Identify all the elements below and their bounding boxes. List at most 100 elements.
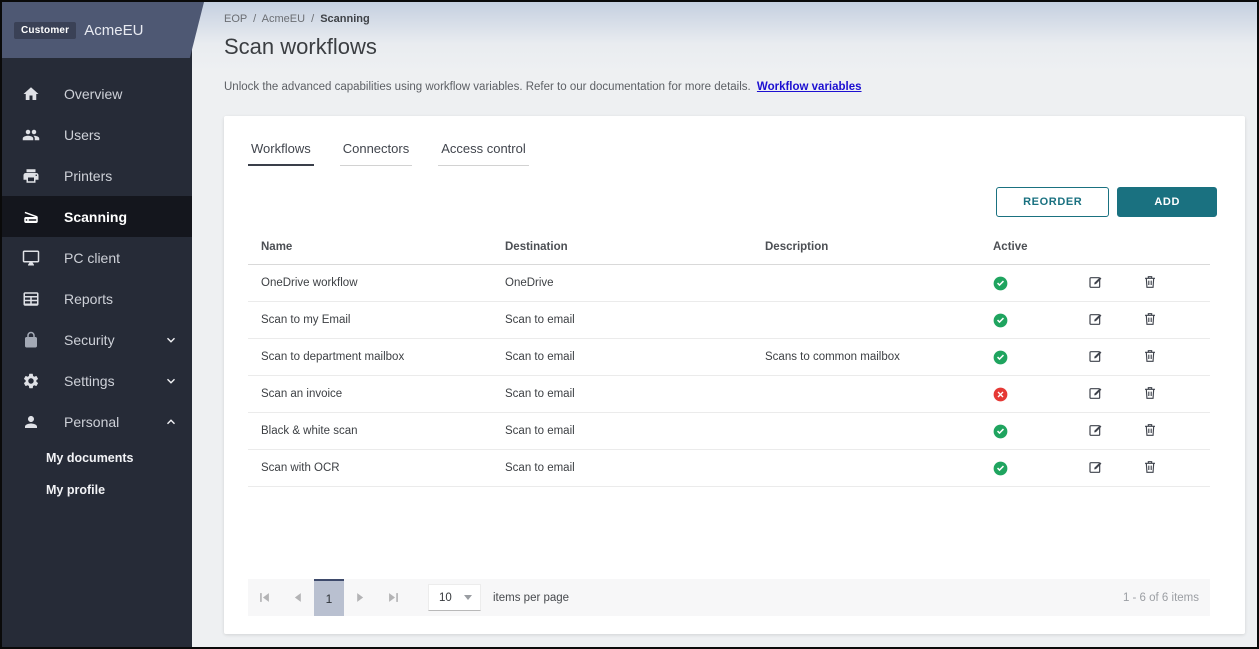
next-page-button[interactable] xyxy=(344,579,377,616)
cell-destination: OneDrive xyxy=(492,277,752,289)
last-page-button[interactable] xyxy=(377,579,410,616)
users-icon xyxy=(22,126,40,144)
edit-icon[interactable] xyxy=(1088,459,1104,475)
sidebar-item-my-profile[interactable]: My profile xyxy=(2,474,192,506)
edit-icon[interactable] xyxy=(1088,385,1104,401)
sidebar-item-pc-client[interactable]: PC client xyxy=(2,237,192,278)
customer-ribbon: Customer AcmeEU xyxy=(2,2,204,58)
table-row: Scan an invoice Scan to email xyxy=(248,376,1210,413)
cell-name: Scan an invoice xyxy=(248,388,492,400)
trash-icon[interactable] xyxy=(1142,459,1158,475)
items-per-page-label: items per page xyxy=(493,592,569,604)
edit-icon[interactable] xyxy=(1088,311,1104,327)
cell-name: Scan with OCR xyxy=(248,462,492,474)
trash-icon[interactable] xyxy=(1142,311,1158,327)
page-number-button[interactable]: 1 xyxy=(314,579,344,616)
cell-edit xyxy=(1075,459,1129,478)
cell-active xyxy=(980,313,1075,328)
add-button[interactable]: ADD xyxy=(1117,187,1217,217)
trash-icon[interactable] xyxy=(1142,274,1158,290)
edit-icon[interactable] xyxy=(1088,274,1104,290)
trash-icon[interactable] xyxy=(1142,385,1158,401)
home-icon xyxy=(22,85,40,103)
sidebar-item-label: Personal xyxy=(64,414,164,430)
description-text: Unlock the advanced capabilities using w… xyxy=(224,81,751,93)
cell-delete xyxy=(1129,348,1210,367)
sidebar-item-reports[interactable]: Reports xyxy=(2,278,192,319)
table-row: Scan with OCR Scan to email xyxy=(248,450,1210,487)
breadcrumb-root[interactable]: EOP xyxy=(224,13,247,25)
sidebar-item-personal[interactable]: Personal xyxy=(2,401,192,442)
table-row: Scan to my Email Scan to email xyxy=(248,302,1210,339)
previous-page-button[interactable] xyxy=(281,579,314,616)
customer-badge: Customer xyxy=(14,22,76,39)
cell-destination: Scan to email xyxy=(492,388,752,400)
sidebar-item-security[interactable]: Security xyxy=(2,319,192,360)
tab-bar: Workflows Connectors Access control xyxy=(248,141,1245,166)
scanner-icon xyxy=(22,208,40,226)
active-status-icon xyxy=(993,276,1008,291)
column-header-description: Description xyxy=(752,241,980,253)
lock-icon xyxy=(22,331,40,349)
sidebar-item-label: Users xyxy=(64,127,178,143)
workflow-variables-link[interactable]: Workflow variables xyxy=(757,81,862,93)
cell-active xyxy=(980,461,1075,476)
cell-name: OneDrive workflow xyxy=(248,277,492,289)
content-card: Workflows Connectors Access control REOR… xyxy=(224,116,1245,634)
first-page-button[interactable] xyxy=(248,579,281,616)
chevron-down-icon xyxy=(164,374,178,388)
cell-edit xyxy=(1075,422,1129,441)
table-icon xyxy=(22,290,40,308)
active-status-icon xyxy=(993,461,1008,476)
cell-delete xyxy=(1129,274,1210,293)
main-content: EOP / AcmeEU / Scanning Scan workflows U… xyxy=(192,2,1257,647)
page-size-value: 10 xyxy=(439,592,452,604)
monitor-icon xyxy=(22,249,40,267)
table-body: OneDrive workflow OneDrive xyxy=(248,265,1210,487)
cell-edit xyxy=(1075,274,1129,293)
pagination-bar: 1 10 items per page 1 - 6 of 6 items xyxy=(248,579,1210,616)
reorder-button[interactable]: REORDER xyxy=(996,187,1109,217)
sidebar-item-printers[interactable]: Printers xyxy=(2,155,192,196)
edit-icon[interactable] xyxy=(1088,348,1104,364)
breadcrumb-customer[interactable]: AcmeEU xyxy=(262,13,305,25)
cell-active xyxy=(980,387,1075,402)
page-range-label: 1 - 6 of 6 items xyxy=(1123,592,1210,604)
active-status-icon xyxy=(993,387,1008,402)
sidebar-item-scanning[interactable]: Scanning xyxy=(2,196,192,237)
table-row: Scan to department mailbox Scan to email… xyxy=(248,339,1210,376)
edit-icon[interactable] xyxy=(1088,422,1104,438)
active-status-icon xyxy=(993,313,1008,328)
table-row: OneDrive workflow OneDrive xyxy=(248,265,1210,302)
sidebar-item-overview[interactable]: Overview xyxy=(2,73,192,114)
page-size-dropdown[interactable]: 10 xyxy=(428,584,481,611)
cell-destination: Scan to email xyxy=(492,314,752,326)
cell-destination: Scan to email xyxy=(492,462,752,474)
column-header-name: Name xyxy=(248,241,492,253)
chevron-down-icon xyxy=(164,333,178,347)
cell-active xyxy=(980,424,1075,439)
active-status-icon xyxy=(993,350,1008,365)
tab-connectors[interactable]: Connectors xyxy=(340,141,412,166)
printer-icon xyxy=(22,167,40,185)
cell-edit xyxy=(1075,311,1129,330)
sidebar-item-label: Security xyxy=(64,332,164,348)
sidebar-item-users[interactable]: Users xyxy=(2,114,192,155)
cell-delete xyxy=(1129,311,1210,330)
sidebar-nav: Overview Users Printers Scanning xyxy=(2,73,192,506)
trash-icon[interactable] xyxy=(1142,422,1158,438)
cell-name: Scan to my Email xyxy=(248,314,492,326)
table-header-row: Name Destination Description Active xyxy=(248,229,1210,265)
sidebar-item-my-documents[interactable]: My documents xyxy=(2,442,192,474)
tab-workflows[interactable]: Workflows xyxy=(248,141,314,166)
breadcrumb-separator: / xyxy=(311,13,314,25)
tab-access-control[interactable]: Access control xyxy=(438,141,529,166)
page-description: Unlock the advanced capabilities using w… xyxy=(224,81,1243,93)
breadcrumb-current: Scanning xyxy=(320,13,370,25)
toolbar: REORDER ADD xyxy=(248,187,1245,217)
trash-icon[interactable] xyxy=(1142,348,1158,364)
cell-edit xyxy=(1075,348,1129,367)
sidebar-item-label: PC client xyxy=(64,250,178,266)
cell-name: Scan to department mailbox xyxy=(248,351,492,363)
sidebar-item-settings[interactable]: Settings xyxy=(2,360,192,401)
